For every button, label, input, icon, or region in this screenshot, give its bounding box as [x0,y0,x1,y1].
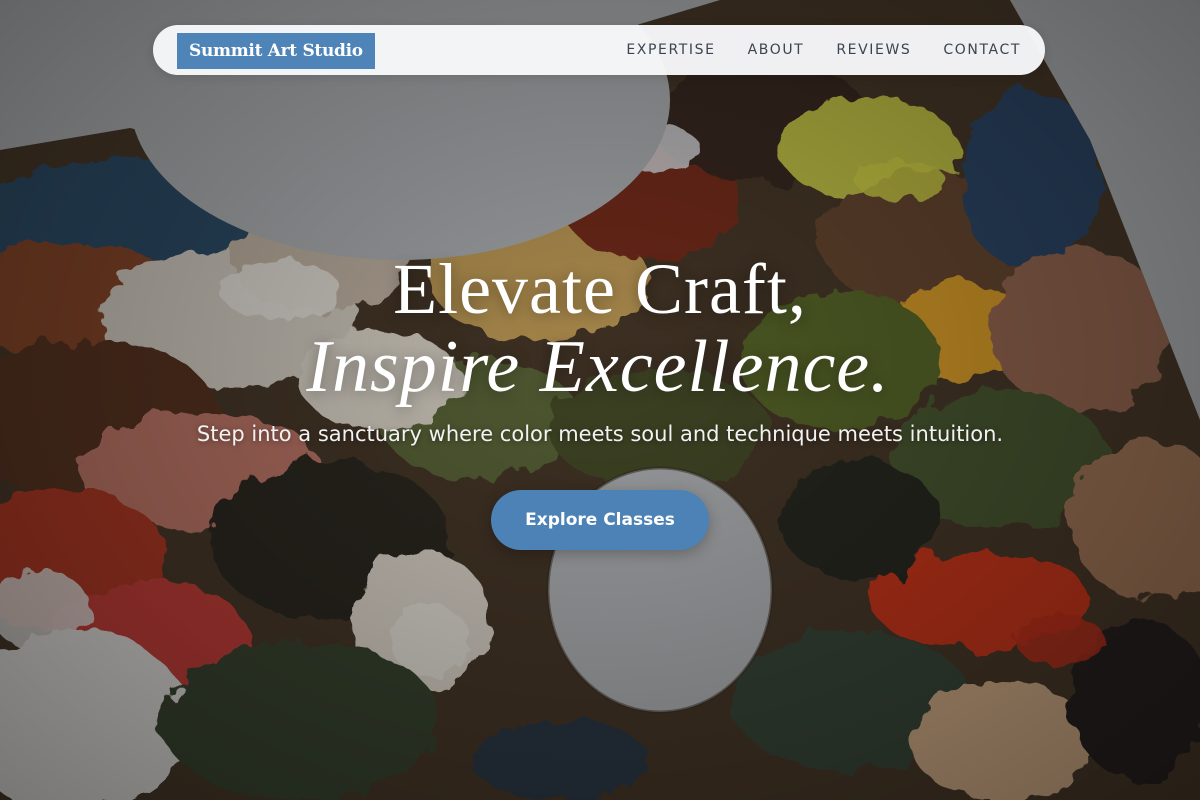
hero-headline: Elevate Craft, Inspire Excellence. [0,250,1200,406]
nav-link-contact[interactable]: CONTACT [943,42,1021,58]
explore-classes-button[interactable]: Explore Classes [491,490,709,550]
hero-headline-line2: Inspire Excellence. [306,326,890,408]
nav-link-reviews[interactable]: REVIEWS [836,42,911,58]
brand-logo[interactable]: Summit Art Studio [177,33,375,69]
nav-links: EXPERTISE ABOUT REVIEWS CONTACT [626,25,1021,75]
nav-link-expertise[interactable]: EXPERTISE [626,42,715,58]
hero-section: Summit Art Studio EXPERTISE ABOUT REVIEW… [0,0,1200,800]
hero-subtitle: Step into a sanctuary where color meets … [196,422,1004,446]
top-navigation: Summit Art Studio EXPERTISE ABOUT REVIEW… [153,25,1045,75]
hero-headline-line1: Elevate Craft, [393,249,807,329]
nav-link-about[interactable]: ABOUT [748,42,805,58]
